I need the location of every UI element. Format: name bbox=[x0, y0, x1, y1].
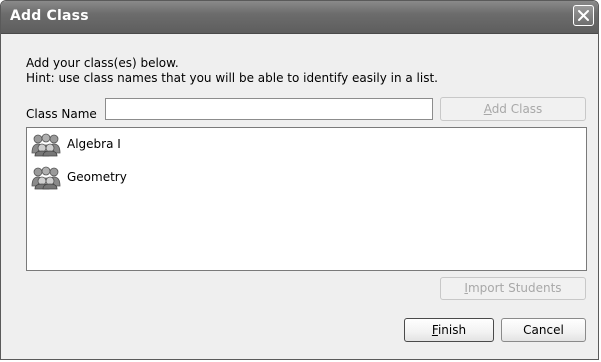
list-item[interactable]: Geometry bbox=[29, 166, 329, 190]
list-item-label: Geometry bbox=[67, 170, 127, 184]
add-class-access-key: A bbox=[483, 102, 492, 116]
cancel-button[interactable]: Cancel bbox=[501, 318, 586, 342]
add-class-button-label: dd Class bbox=[491, 102, 543, 116]
dialog-content: Add your class(es) below. Hint: use clas… bbox=[1, 34, 598, 359]
add-class-dialog: Add Class Add your class(es) below. Hint… bbox=[0, 0, 599, 360]
class-name-label: Class Name bbox=[26, 107, 97, 121]
title-bar[interactable]: Add Class bbox=[1, 1, 598, 34]
finish-button-label: inish bbox=[437, 323, 467, 337]
import-students-button[interactable]: Import Students bbox=[440, 277, 586, 300]
cancel-button-label: Cancel bbox=[523, 323, 564, 337]
class-group-icon bbox=[31, 133, 61, 157]
instruction-text: Add your class(es) below. bbox=[26, 56, 179, 70]
dialog-title: Add Class bbox=[10, 8, 89, 24]
hint-text: Hint: use class names that you will be a… bbox=[26, 71, 438, 85]
list-item[interactable]: Algebra I bbox=[29, 133, 329, 157]
class-name-input[interactable] bbox=[105, 98, 433, 120]
finish-button[interactable]: Finish bbox=[404, 318, 494, 342]
list-item-label: Algebra I bbox=[67, 137, 121, 151]
class-list[interactable]: Algebra I Geometry bbox=[26, 127, 587, 271]
close-x-icon bbox=[578, 10, 589, 21]
close-button[interactable] bbox=[573, 5, 594, 26]
class-group-icon bbox=[31, 166, 61, 190]
add-class-button[interactable]: Add Class bbox=[440, 97, 586, 121]
import-students-button-label: mport Students bbox=[467, 281, 562, 295]
